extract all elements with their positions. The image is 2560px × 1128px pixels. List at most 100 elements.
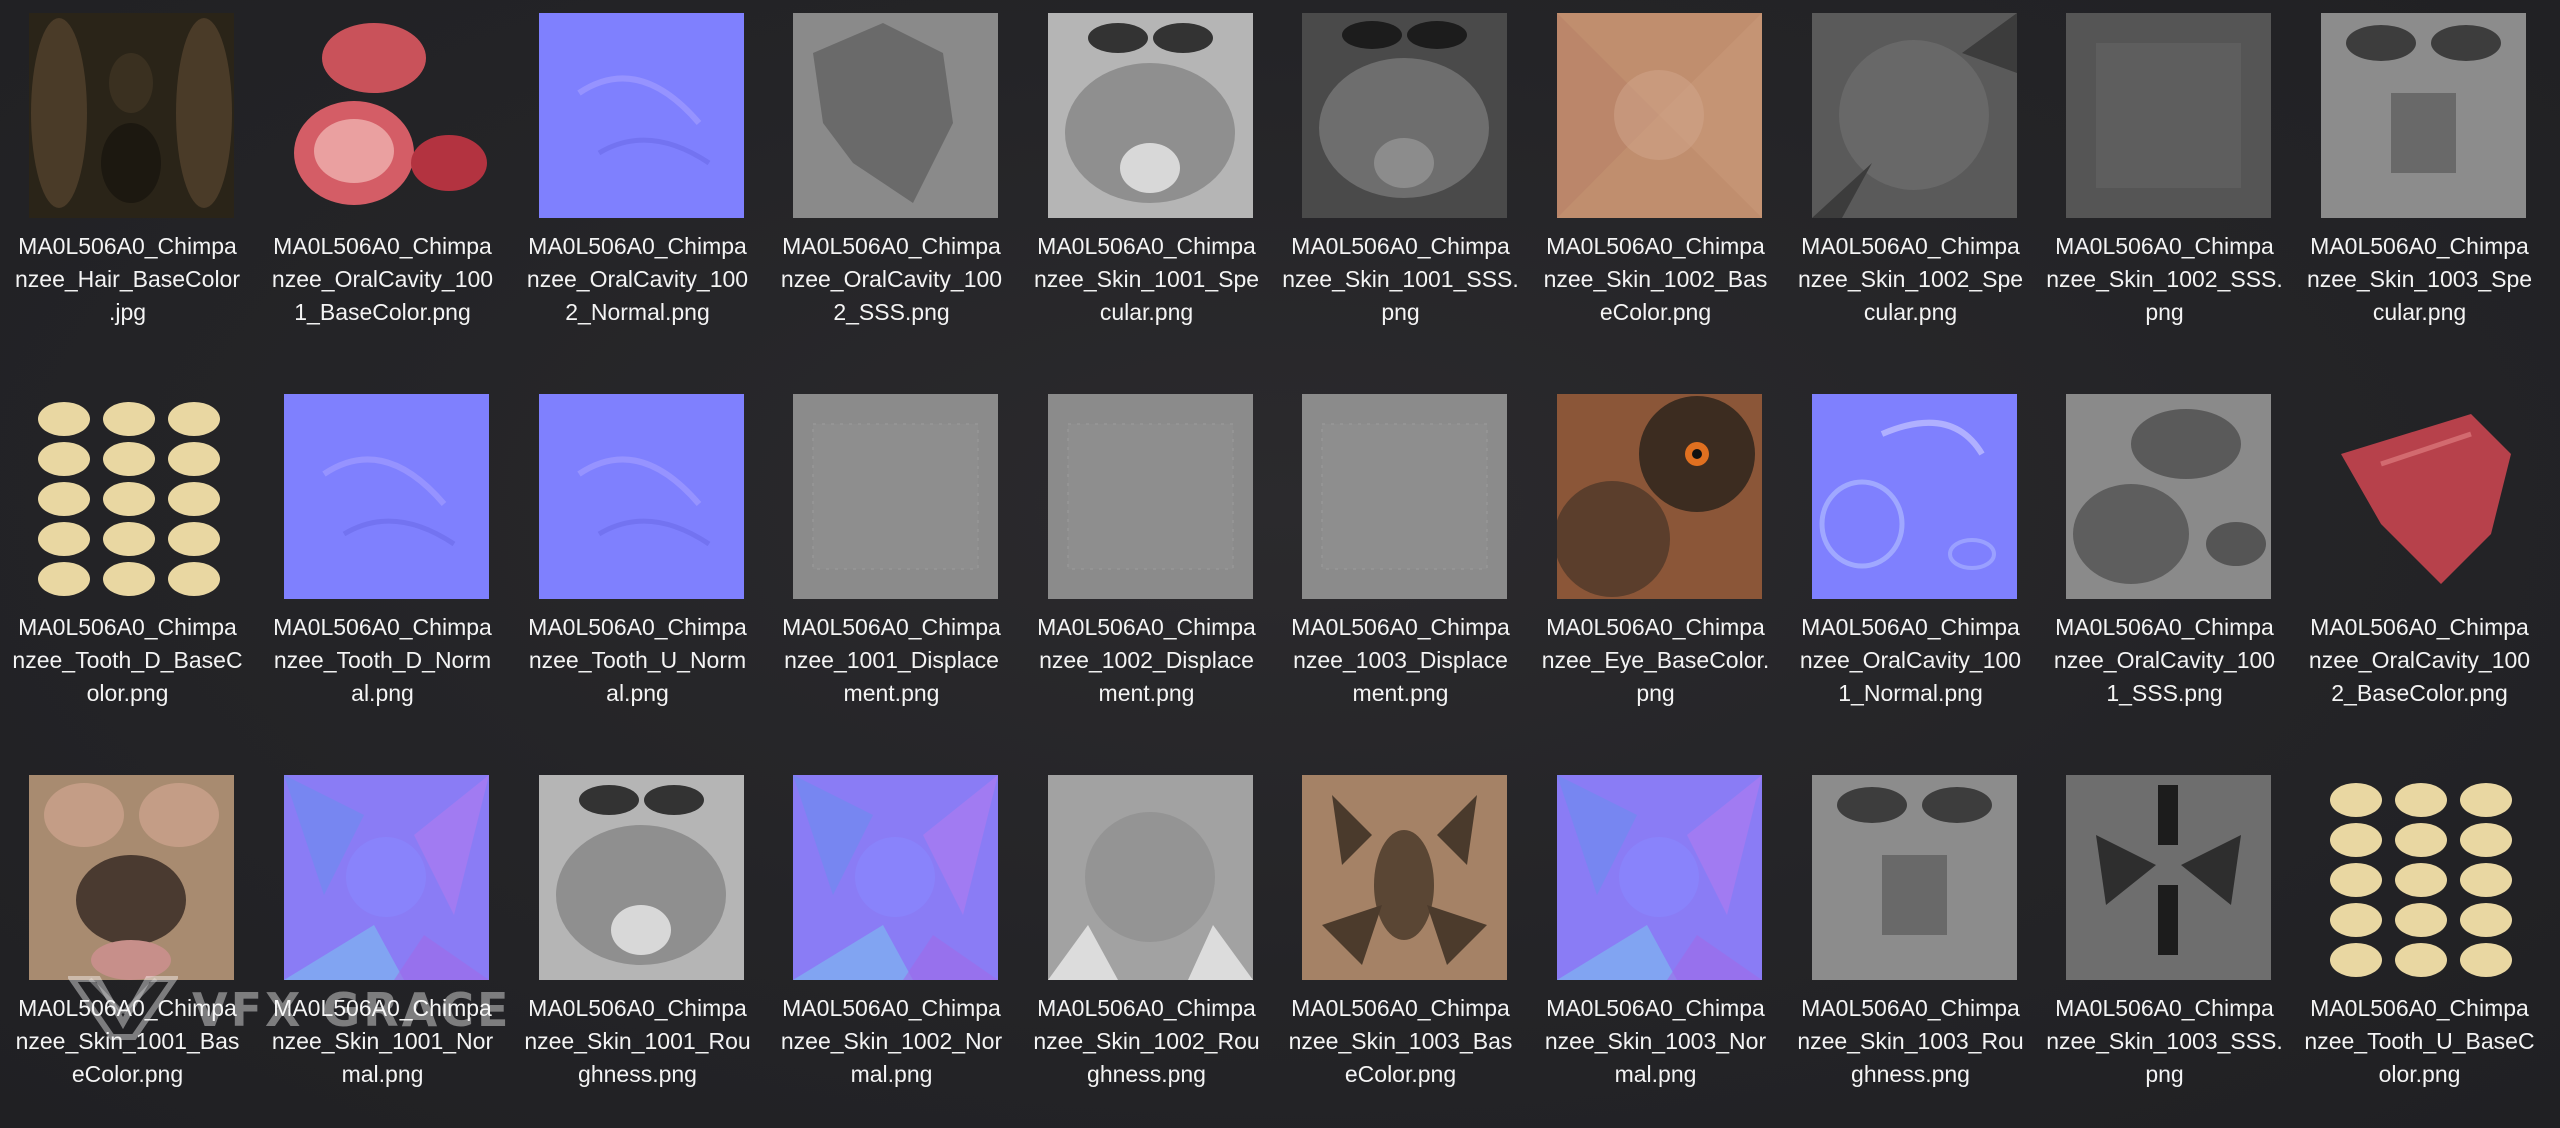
file-thumbnail[interactable] [793,775,998,980]
file-name-line: nzee_OralCavity_100 [1799,647,2022,673]
file-name-line: nzee_Skin_1003_Bas [1288,1028,1513,1054]
file-name-line: MA0L506A0_Chimpa [1291,995,1510,1021]
file-thumbnail[interactable] [2321,775,2526,980]
file-name: MA0L506A0_Chimpa nzee_Skin_1003_Nor mal.pn… [1528,992,1783,1091]
file-name-line: nzee_Tooth_U_Norm [528,647,747,673]
file-thumbnail[interactable] [284,775,489,980]
file-thumbnail[interactable] [29,13,234,218]
watermark-text: VFX GRACE [192,983,512,1037]
file-thumbnail[interactable] [29,394,234,599]
file-name-line: ment.png [1352,680,1449,706]
file-name-line: nzee_Skin_1001_SSS. [1282,266,1519,292]
file-thumbnail[interactable] [1812,394,2017,599]
file-name-line: al.png [606,680,669,706]
file-name: MA0L506A0_Chimpa nzee_OralCavity_100 1_Nor… [1783,611,2038,710]
file-name-line: nzee_1001_Displace [784,647,999,673]
file-thumbnail[interactable] [1302,13,1507,218]
file-name-line: MA0L506A0_Chimpa [273,233,492,259]
file-name-line: nzee_OralCavity_100 [2053,647,2276,673]
file-name-line: mal.png [341,1061,424,1087]
file-name: MA0L506A0_Chimpa nzee_Hair_BaseColor .jpg [0,230,255,329]
file-name-line: olor.png [86,680,169,706]
file-thumbnail[interactable] [539,775,744,980]
file-name: MA0L506A0_Chimpa nzee_OralCavity_100 2_Nor… [510,230,765,329]
file-name-line: eColor.png [71,1061,184,1087]
file-thumbnail[interactable] [793,13,998,218]
file-name-line: nzee_Skin_1002_Spe [1797,266,2024,292]
file-thumbnail[interactable] [284,13,489,218]
file-name-line: png [1381,299,1420,325]
file-thumbnail[interactable] [2066,775,2271,980]
file-name-line: nzee_Skin_1001_Rou [524,1028,751,1054]
file-name-line: 1_Normal.png [1838,680,1983,706]
file-name-line: nzee_Skin_1003_Rou [1797,1028,2024,1054]
file-name-line: MA0L506A0_Chimpa [1801,614,2020,640]
file-thumbnail[interactable] [1557,394,1762,599]
file-name-line: cular.png [2372,299,2467,325]
file-name: MA0L506A0_Chimpa nzee_Skin_1002_Rou ghness… [1019,992,1274,1091]
file-name: MA0L506A0_Chimpa nzee_Skin_1002_Bas eColor… [1528,230,1783,329]
file-name-line: MA0L506A0_Chimpa [528,233,747,259]
file-thumbnail[interactable] [1302,394,1507,599]
file-name-line: nzee_Skin_1003_Nor [1544,1028,1767,1054]
file-name: MA0L506A0_Chimpa nzee_Skin_1001_Spe cular.… [1019,230,1274,329]
file-thumbnail[interactable] [539,394,744,599]
file-name-line: MA0L506A0_Chimpa [1546,995,1765,1021]
file-name-line: nzee_Skin_1001_Spe [1033,266,1260,292]
file-name-line: MA0L506A0_Chimpa [1546,614,1765,640]
file-name-line: mal.png [1614,1061,1697,1087]
file-thumbnail[interactable] [1302,775,1507,980]
file-thumbnail[interactable] [1048,13,1253,218]
file-name-line: MA0L506A0_Chimpa [1801,995,2020,1021]
file-name-line: MA0L506A0_Chimpa [782,614,1001,640]
file-name: MA0L506A0_Chimpa nzee_Tooth_D_Norm al.png [255,611,510,710]
file-thumbnail[interactable] [2066,13,2271,218]
file-name-line: MA0L506A0_Chimpa [2055,233,2274,259]
file-name-line: ghness.png [1087,1061,1206,1087]
file-name: MA0L506A0_Chimpa nzee_Skin_1001_Rou ghness… [510,992,765,1091]
file-name-line: nzee_Eye_BaseColor. [1541,647,1770,673]
file-name-line: MA0L506A0_Chimpa [1037,614,1256,640]
file-thumbnail[interactable] [793,394,998,599]
file-thumbnail[interactable] [2066,394,2271,599]
file-name-line: mal.png [850,1061,933,1087]
file-name-line: cular.png [1099,299,1194,325]
file-thumbnail[interactable] [539,13,744,218]
file-name: MA0L506A0_Chimpa nzee_OralCavity_100 2_Bas… [2292,611,2547,710]
file-name-line: nzee_Hair_BaseColor [14,266,240,292]
file-thumbnail[interactable] [1048,775,1253,980]
watermark: VFX GRACE [66,975,512,1045]
file-name-line: png [2145,1061,2184,1087]
file-thumbnail[interactable] [1048,394,1253,599]
file-thumbnail[interactable] [2321,394,2526,599]
file-name-line: MA0L506A0_Chimpa [1801,233,2020,259]
file-name-line: al.png [351,680,414,706]
file-name-line: 2_Normal.png [565,299,710,325]
file-name-line: MA0L506A0_Chimpa [2055,614,2274,640]
file-thumbnail[interactable] [1812,13,2017,218]
file-name: MA0L506A0_Chimpa nzee_Tooth_U_BaseC olor.p… [2292,992,2547,1091]
file-thumbnail[interactable] [1812,775,2017,980]
file-name: MA0L506A0_Chimpa nzee_Tooth_D_BaseC olor.p… [0,611,255,710]
file-name: MA0L506A0_Chimpa nzee_Skin_1003_SSS. png [2037,992,2292,1091]
file-name-line: eColor.png [1599,299,1712,325]
file-name-line: 1_SSS.png [2106,680,2223,706]
file-thumbnail[interactable] [1557,13,1762,218]
file-thumbnail[interactable] [284,394,489,599]
file-name: MA0L506A0_Chimpa nzee_Tooth_U_Norm al.png [510,611,765,710]
file-name-line: eColor.png [1344,1061,1457,1087]
file-name-line: 2_SSS.png [833,299,950,325]
file-thumbnail[interactable] [2321,13,2526,218]
file-name-line: MA0L506A0_Chimpa [2310,995,2529,1021]
file-name-line: nzee_Skin_1003_Spe [2306,266,2533,292]
file-name-line: MA0L506A0_Chimpa [2055,995,2274,1021]
file-name: MA0L506A0_Chimpa nzee_Skin_1002_SSS. png [2037,230,2292,329]
file-name-line: nzee_Tooth_U_BaseC [2304,1028,2535,1054]
file-name: MA0L506A0_Chimpa nzee_Skin_1002_Nor mal.pn… [764,992,1019,1091]
file-name-line: ment.png [1098,680,1195,706]
file-name-line: nzee_Tooth_D_BaseC [12,647,243,673]
file-name-line: MA0L506A0_Chimpa [2310,614,2529,640]
file-thumbnail[interactable] [29,775,234,980]
file-name-line: ment.png [843,680,940,706]
file-thumbnail[interactable] [1557,775,1762,980]
